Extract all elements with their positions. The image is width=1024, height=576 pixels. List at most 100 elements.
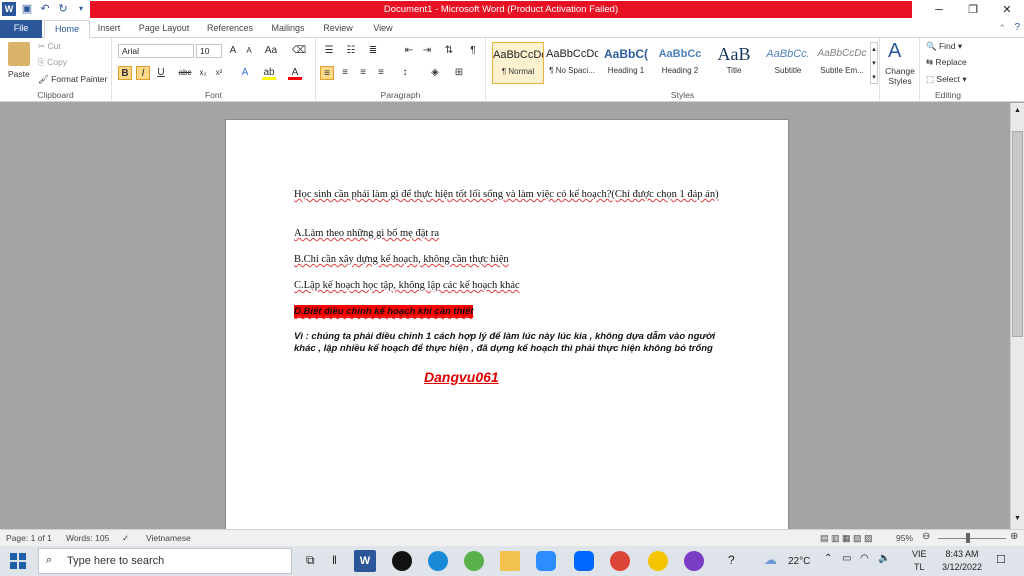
customize-icon[interactable]: ▾: [74, 2, 88, 16]
cut-button[interactable]: ✂ Cut: [38, 40, 61, 52]
numbering-icon[interactable]: ☷: [344, 44, 358, 58]
tray-expand-icon[interactable]: ⌃: [824, 553, 832, 564]
coccoc-icon[interactable]: [684, 551, 704, 571]
align-left-icon[interactable]: ≡: [320, 66, 334, 80]
chrome-alt-icon[interactable]: [464, 551, 484, 571]
zoom-level[interactable]: 95%: [896, 533, 913, 543]
zoom-app-icon[interactable]: [536, 551, 556, 571]
text-effects-icon[interactable]: A: [238, 66, 252, 80]
network-icon[interactable]: ▭: [842, 553, 851, 564]
style-no-spacing[interactable]: AaBbCcDc ¶ No Spaci...: [546, 42, 598, 84]
superscript-icon[interactable]: x²: [212, 66, 226, 80]
input-language[interactable]: VIE TL: [912, 548, 927, 574]
tab-home[interactable]: Home: [44, 20, 90, 39]
sort-icon[interactable]: ⇅: [442, 44, 456, 58]
undo-icon[interactable]: ↶: [38, 2, 52, 16]
zalo-icon[interactable]: [574, 551, 594, 571]
highlight-icon[interactable]: ab: [262, 66, 276, 80]
zoom-slider[interactable]: [938, 538, 1006, 539]
show-marks-icon[interactable]: ¶: [466, 44, 480, 58]
bold-icon[interactable]: B: [118, 66, 132, 80]
help-icon[interactable]: ?: [1014, 22, 1020, 33]
taskbar-search-input[interactable]: Type here to search: [38, 548, 292, 574]
view-buttons[interactable]: ▤ ▥ ▦ ▧ ▨: [820, 533, 873, 544]
tiktok-icon[interactable]: [392, 551, 412, 571]
justify-icon[interactable]: ≡: [374, 66, 388, 80]
replace-button[interactable]: ⇆ Replace: [926, 56, 967, 68]
volume-icon[interactable]: 🔈: [878, 553, 890, 564]
widgets-icon[interactable]: ‖: [332, 553, 337, 567]
restore-button[interactable]: ❐: [956, 0, 990, 20]
paste-icon[interactable]: [8, 42, 30, 66]
clock[interactable]: 8:43 AM 3/12/2022: [942, 548, 982, 574]
line-spacing-icon[interactable]: ↕: [398, 66, 412, 80]
tab-review[interactable]: Review: [318, 20, 358, 38]
find-button[interactable]: 🔍 Find ▾: [926, 40, 962, 52]
weather-temp[interactable]: 22°C: [788, 555, 810, 568]
close-button[interactable]: ✕: [990, 0, 1024, 20]
help-tray-icon[interactable]: ?: [728, 553, 735, 567]
clear-format-icon[interactable]: ⌫: [292, 44, 306, 58]
font-size-combo[interactable]: 10: [196, 44, 222, 58]
style-subtitle[interactable]: AaBbCc. Subtitle: [762, 42, 814, 84]
font-color-icon[interactable]: A: [288, 66, 302, 80]
save-icon[interactable]: ▣: [20, 2, 34, 16]
app-icon[interactable]: [648, 551, 668, 571]
file-explorer-icon[interactable]: [500, 551, 520, 571]
shading-icon[interactable]: ◈: [428, 66, 442, 80]
style-normal[interactable]: AaBbCcDc ¶ Normal: [492, 42, 544, 84]
notification-icon[interactable]: ☐: [996, 553, 1006, 566]
tab-file[interactable]: File: [0, 20, 42, 38]
decrease-indent-icon[interactable]: ⇤: [402, 44, 416, 58]
tab-view[interactable]: View: [366, 20, 400, 38]
change-styles-button[interactable]: Change Styles: [882, 66, 918, 86]
zoom-out-icon[interactable]: ⊖: [922, 531, 930, 542]
wifi-icon[interactable]: ◠: [860, 553, 869, 564]
borders-icon[interactable]: ⊞: [452, 66, 466, 80]
grow-font-icon[interactable]: A: [226, 44, 240, 58]
zoom-in-icon[interactable]: ⊕: [1010, 531, 1018, 542]
task-view-icon[interactable]: ⧉: [306, 553, 315, 568]
underline-icon[interactable]: U: [154, 66, 168, 80]
bullets-icon[interactable]: ☰: [322, 44, 336, 58]
style-title[interactable]: AaB Title: [708, 42, 760, 84]
styles-scroll-icon[interactable]: ▴ ▾ ▾: [870, 42, 878, 84]
tab-mailings[interactable]: Mailings: [266, 20, 310, 38]
weather-icon[interactable]: ☁: [764, 552, 777, 568]
word-count[interactable]: Words: 105: [66, 533, 109, 543]
subscript-icon[interactable]: x₂: [196, 66, 210, 80]
document-page[interactable]: Học sinh cần phải làm gì để thực hiện tố…: [225, 119, 789, 539]
start-icon[interactable]: [10, 553, 26, 569]
shrink-font-icon[interactable]: A: [242, 44, 256, 58]
paste-button[interactable]: Paste: [8, 68, 30, 80]
scroll-thumb[interactable]: [1012, 131, 1023, 337]
redo-icon[interactable]: ↻: [56, 2, 70, 16]
change-styles-icon[interactable]: A: [888, 40, 901, 63]
scroll-up-icon[interactable]: ▲: [1012, 107, 1023, 117]
tab-insert[interactable]: Insert: [92, 20, 126, 38]
zoom-slider-thumb[interactable]: [966, 533, 970, 543]
style-subtle-emphasis[interactable]: AaBbCcDc Subtle Em...: [816, 42, 868, 84]
multilevel-list-icon[interactable]: ≣: [366, 44, 380, 58]
strikethrough-icon[interactable]: abc: [178, 66, 192, 80]
align-right-icon[interactable]: ≡: [356, 66, 370, 80]
tab-references[interactable]: References: [202, 20, 258, 38]
scroll-down-icon[interactable]: ▼: [1012, 515, 1023, 525]
style-heading-1[interactable]: AaBbC(Heading 1: [600, 42, 652, 84]
align-center-icon[interactable]: ≡: [338, 66, 352, 80]
chrome-icon[interactable]: [610, 551, 630, 571]
ribbon-collapse-icon[interactable]: ⌃: [998, 23, 1006, 34]
format-painter-button[interactable]: 🖌 Format Painter: [38, 73, 107, 85]
select-button[interactable]: ⬚ Select ▾: [926, 73, 967, 85]
page-count[interactable]: Page: 1 of 1: [6, 533, 52, 543]
edge-icon[interactable]: [428, 551, 448, 571]
word-taskbar-icon[interactable]: W: [354, 550, 376, 572]
font-name-combo[interactable]: Arial: [118, 44, 194, 58]
italic-icon[interactable]: I: [136, 66, 150, 80]
vertical-scrollbar[interactable]: ▲ ▼: [1010, 103, 1024, 529]
style-heading-2[interactable]: AaBbCc Heading 2: [654, 42, 706, 84]
change-case-icon[interactable]: Aa: [264, 44, 278, 58]
minimize-button[interactable]: ─: [922, 0, 956, 20]
copy-button[interactable]: ⎘ Copy: [38, 56, 67, 68]
proofing-icon[interactable]: ✓: [122, 533, 129, 544]
